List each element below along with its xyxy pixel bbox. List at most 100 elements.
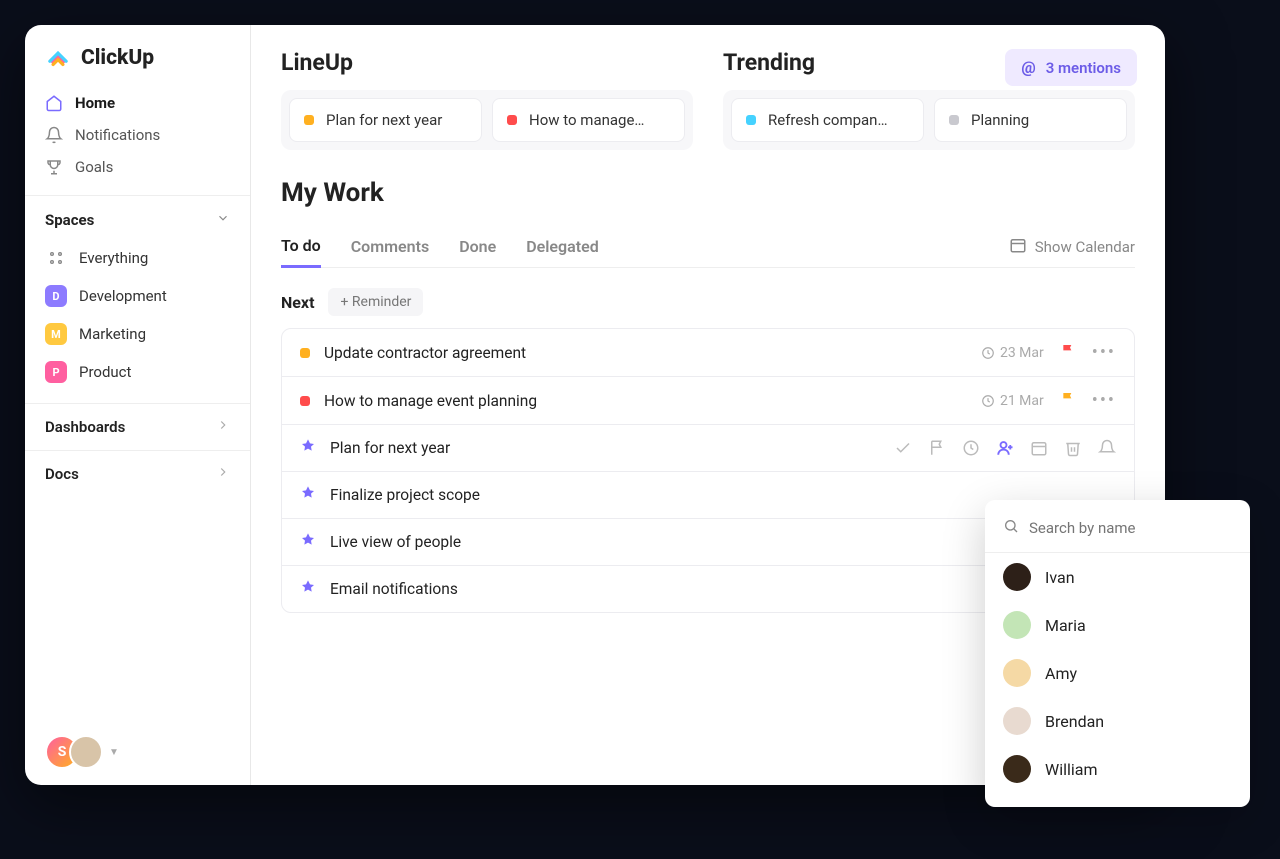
calendar-icon bbox=[1009, 236, 1027, 258]
nav-notifications-label: Notifications bbox=[75, 126, 160, 144]
avatar bbox=[1003, 707, 1031, 735]
lineup-card[interactable]: How to manage… bbox=[492, 98, 685, 142]
card-label: Plan for next year bbox=[326, 111, 442, 129]
tab-comments[interactable]: Comments bbox=[351, 227, 429, 266]
person-option[interactable]: Brendan bbox=[985, 697, 1250, 745]
flag-outline-icon[interactable] bbox=[928, 439, 946, 457]
everything-icon bbox=[45, 247, 67, 269]
space-marketing[interactable]: M Marketing bbox=[25, 315, 250, 353]
calendar-icon[interactable] bbox=[1030, 439, 1048, 457]
tab-done[interactable]: Done bbox=[459, 227, 496, 266]
trending-card[interactable]: Refresh compan… bbox=[731, 98, 924, 142]
task-row[interactable]: Update contractor agreement 23 Mar ••• bbox=[282, 329, 1134, 377]
more-icon[interactable]: ••• bbox=[1092, 390, 1116, 411]
task-date: 23 Mar bbox=[981, 345, 1044, 361]
space-development[interactable]: D Development bbox=[25, 277, 250, 315]
space-product[interactable]: P Product bbox=[25, 353, 250, 391]
status-dot bbox=[949, 115, 959, 125]
bell-icon[interactable] bbox=[1098, 439, 1116, 457]
more-icon[interactable]: ••• bbox=[1092, 342, 1116, 363]
person-name: William bbox=[1045, 760, 1098, 779]
group-label: Next bbox=[281, 293, 314, 312]
spaces-list: Everything D Development M Marketing P P… bbox=[25, 239, 250, 391]
task-date: 21 Mar bbox=[981, 393, 1044, 409]
nav-notifications[interactable]: Notifications bbox=[35, 119, 240, 151]
task-title: Email notifications bbox=[330, 580, 458, 598]
chevron-right-icon bbox=[216, 418, 230, 436]
trophy-icon bbox=[45, 158, 63, 176]
card-label: Planning bbox=[971, 111, 1029, 129]
mentions-button[interactable]: @ 3 mentions bbox=[1005, 49, 1137, 86]
caret-down-icon: ▼ bbox=[109, 747, 119, 758]
assign-icon[interactable] bbox=[996, 439, 1014, 457]
space-label: Development bbox=[79, 287, 167, 305]
task-title: Update contractor agreement bbox=[324, 344, 526, 362]
space-everything[interactable]: Everything bbox=[25, 239, 250, 277]
bell-icon bbox=[45, 126, 63, 144]
mentions-label: 3 mentions bbox=[1046, 59, 1121, 77]
pin-icon bbox=[300, 438, 316, 458]
tab-todo[interactable]: To do bbox=[281, 226, 321, 268]
status-dot bbox=[507, 115, 517, 125]
avatar bbox=[1003, 611, 1031, 639]
nav-goals[interactable]: Goals bbox=[35, 151, 240, 183]
mywork-title: My Work bbox=[281, 178, 1135, 208]
chevron-down-icon bbox=[216, 210, 230, 229]
lineup-title: LineUp bbox=[281, 49, 693, 76]
brand[interactable]: ClickUp bbox=[25, 25, 250, 87]
check-icon[interactable] bbox=[894, 439, 912, 457]
nav-dashboards[interactable]: Dashboards bbox=[25, 403, 250, 450]
task-title: Live view of people bbox=[330, 533, 461, 551]
person-option[interactable]: William bbox=[985, 745, 1250, 793]
person-option[interactable]: Ivan bbox=[985, 553, 1250, 601]
status-dot bbox=[746, 115, 756, 125]
nav-dashboards-label: Dashboards bbox=[45, 418, 125, 436]
person-name: Maria bbox=[1045, 616, 1086, 635]
lineup-card[interactable]: Plan for next year bbox=[289, 98, 482, 142]
task-toolbar bbox=[894, 439, 1116, 457]
avatar bbox=[69, 735, 103, 769]
nav-home[interactable]: Home bbox=[35, 87, 240, 119]
home-icon bbox=[45, 94, 63, 112]
space-everything-label: Everything bbox=[79, 249, 148, 267]
trash-icon[interactable] bbox=[1064, 439, 1082, 457]
person-option[interactable]: Maria bbox=[985, 601, 1250, 649]
avatar bbox=[1003, 563, 1031, 591]
brand-name: ClickUp bbox=[81, 46, 154, 70]
search-input[interactable] bbox=[1029, 519, 1232, 537]
logo-icon bbox=[45, 45, 71, 71]
tab-delegated[interactable]: Delegated bbox=[526, 227, 598, 266]
task-title: Finalize project scope bbox=[330, 486, 480, 504]
person-option[interactable]: Amy bbox=[985, 649, 1250, 697]
pin-icon bbox=[300, 532, 316, 552]
nav-main: Home Notifications Goals bbox=[25, 87, 250, 195]
task-row[interactable]: Plan for next year bbox=[282, 425, 1134, 472]
trending-card[interactable]: Planning bbox=[934, 98, 1127, 142]
status-dot bbox=[300, 396, 310, 406]
task-row[interactable]: How to manage event planning 21 Mar ••• bbox=[282, 377, 1134, 425]
task-title: Plan for next year bbox=[330, 439, 450, 457]
show-calendar-button[interactable]: Show Calendar bbox=[1009, 236, 1135, 258]
clock-icon[interactable] bbox=[962, 439, 980, 457]
flag-icon[interactable] bbox=[1060, 391, 1076, 411]
lineup-section: LineUp Plan for next year How to manage… bbox=[281, 49, 693, 150]
avatar bbox=[1003, 659, 1031, 687]
spaces-header[interactable]: Spaces bbox=[25, 195, 250, 239]
add-reminder-button[interactable]: + Reminder bbox=[328, 288, 423, 316]
space-label: Marketing bbox=[79, 325, 146, 343]
chevron-right-icon bbox=[216, 465, 230, 483]
nav-docs[interactable]: Docs bbox=[25, 450, 250, 497]
show-calendar-label: Show Calendar bbox=[1035, 238, 1135, 256]
flag-icon[interactable] bbox=[1060, 343, 1076, 363]
card-label: How to manage… bbox=[529, 111, 644, 129]
space-badge: M bbox=[45, 323, 67, 345]
space-badge: D bbox=[45, 285, 67, 307]
pin-icon bbox=[300, 485, 316, 505]
nav-goals-label: Goals bbox=[75, 158, 113, 176]
sidebar-user[interactable]: S ▼ bbox=[25, 719, 250, 785]
person-name: Brendan bbox=[1045, 712, 1104, 731]
clock-icon bbox=[981, 394, 995, 408]
nav-docs-label: Docs bbox=[45, 465, 79, 483]
at-icon: @ bbox=[1021, 58, 1035, 77]
popover-search-row bbox=[985, 514, 1250, 553]
